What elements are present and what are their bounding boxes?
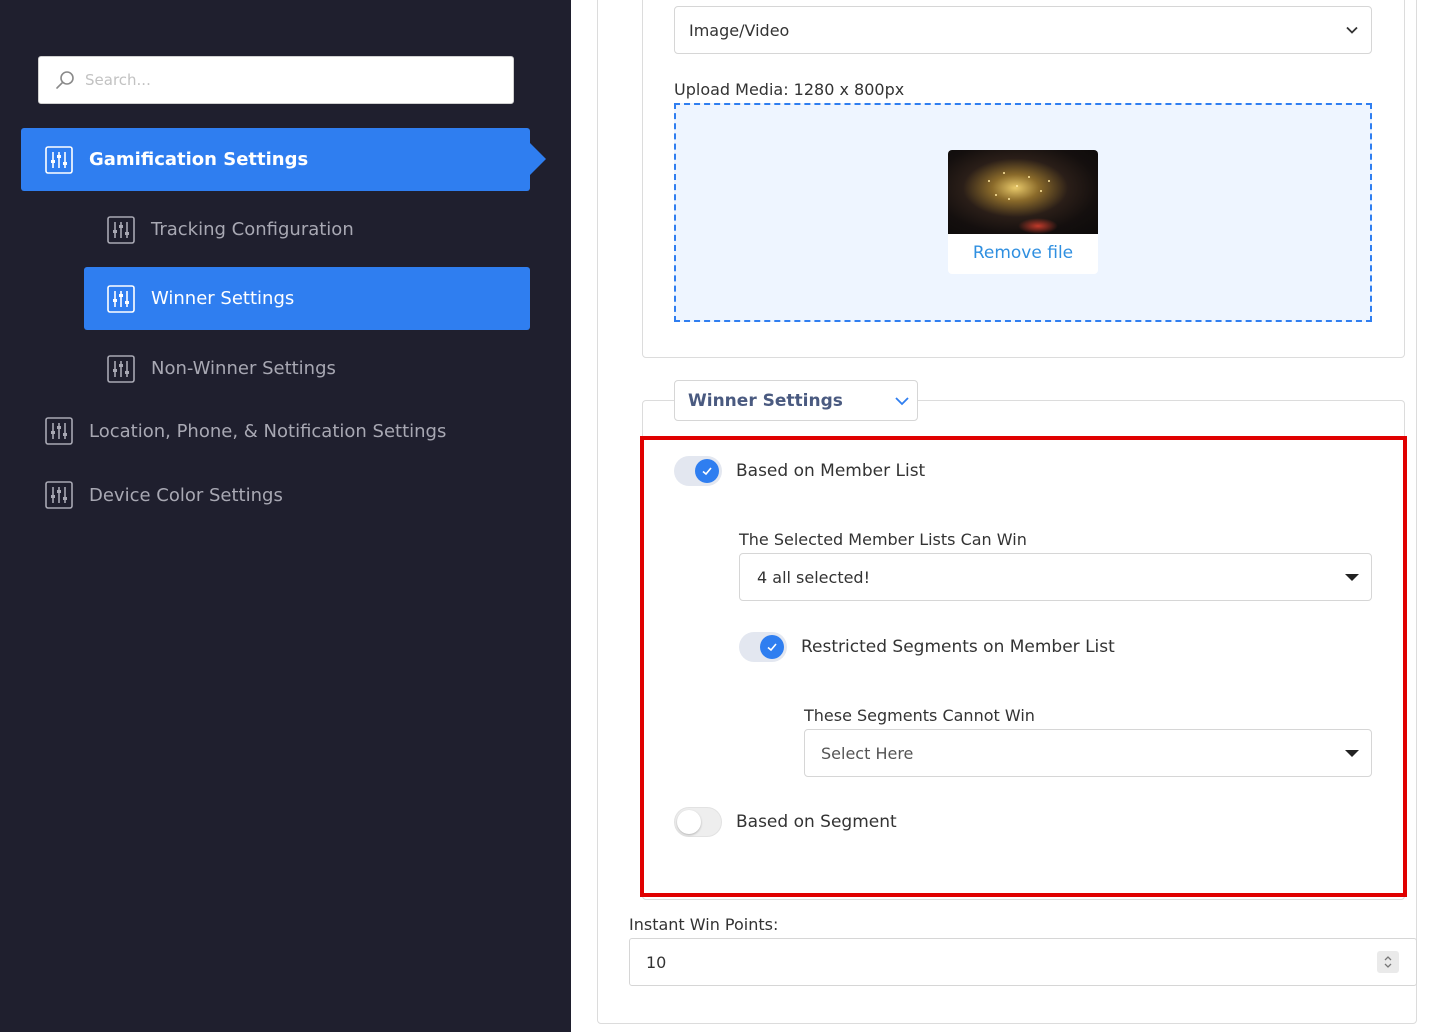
number-spinner[interactable] [1377, 951, 1399, 973]
sidebar-item-label: Device Color Settings [89, 484, 283, 506]
sidebar-item-tracking-configuration[interactable]: Tracking Configuration [84, 198, 530, 261]
fireworks-thumbnail [948, 150, 1098, 234]
instant-win-value: 10 [646, 952, 667, 972]
instant-win-label: Instant Win Points: [629, 915, 779, 934]
sliders-icon [45, 417, 73, 445]
main-content: Image/Video Upload Media: 1280 x 800px R… [571, 0, 1454, 1032]
highlight-box [640, 436, 1407, 897]
sliders-icon [107, 215, 135, 244]
uploaded-file-preview: Remove file [948, 150, 1098, 274]
winner-settings-dropdown[interactable]: Winner Settings [674, 380, 918, 421]
instant-win-input[interactable]: 10 [629, 938, 1417, 986]
search-box[interactable] [38, 56, 514, 104]
sidebar-item-label: Location, Phone, & Notification Settings [89, 420, 447, 442]
sidebar: Gamification Settings Tracking Configura… [0, 0, 571, 1032]
sidebar-item-winner-settings[interactable]: Winner Settings [84, 267, 530, 330]
sidebar-item-device-color-settings[interactable]: Device Color Settings [21, 475, 283, 515]
sidebar-item-label: Gamification Settings [89, 149, 309, 170]
sliders-icon [45, 145, 73, 174]
upload-dropzone[interactable]: Remove file [674, 103, 1372, 322]
sliders-icon [107, 354, 135, 383]
sliders-icon [107, 284, 135, 313]
search-input[interactable] [85, 71, 505, 89]
upload-media-label: Upload Media: 1280 x 800px [674, 80, 905, 99]
sidebar-item-label: Tracking Configuration [151, 219, 354, 240]
winner-settings-title: Winner Settings [688, 390, 843, 411]
sidebar-item-location-phone-notification[interactable]: Location, Phone, & Notification Settings [21, 411, 446, 451]
sidebar-item-label: Non-Winner Settings [151, 358, 336, 379]
search-icon [56, 71, 74, 89]
sliders-icon [45, 481, 73, 509]
sidebar-item-gamification-settings[interactable]: Gamification Settings [21, 128, 546, 191]
media-type-value: Image/Video [689, 20, 790, 40]
sidebar-item-non-winner-settings[interactable]: Non-Winner Settings [84, 337, 530, 400]
sidebar-item-label: Winner Settings [151, 288, 295, 309]
media-type-select[interactable]: Image/Video [674, 6, 1372, 54]
chevron-down-icon [1343, 21, 1361, 39]
remove-file-link[interactable]: Remove file [948, 243, 1098, 263]
chevron-down-icon [893, 392, 911, 410]
